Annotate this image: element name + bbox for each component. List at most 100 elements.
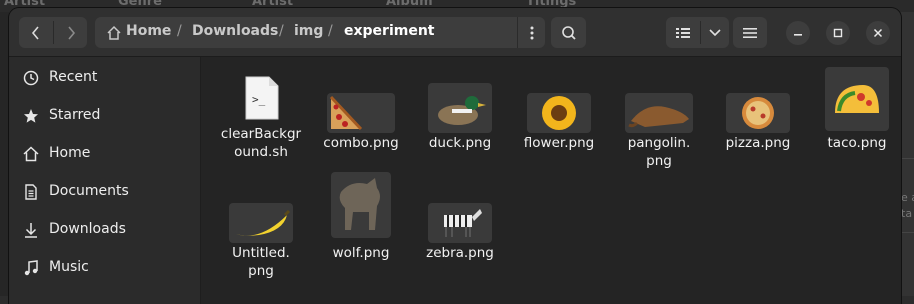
list-view-button[interactable] (666, 17, 700, 48)
close-button[interactable] (866, 21, 890, 45)
file-item-combo[interactable]: combo.png (311, 75, 411, 155)
chevron-left-icon (31, 25, 39, 40)
background-row-divider (901, 158, 914, 159)
file-name-line: pangolin. (627, 135, 691, 151)
taco-icon (835, 85, 879, 113)
chevron-down-icon (709, 28, 721, 36)
home-icon (23, 146, 39, 162)
close-icon (873, 28, 883, 38)
back-button[interactable] (19, 17, 53, 48)
hamburger-menu-icon (743, 27, 757, 38)
sidebar: Recent Starred Home Documents Downloads … (9, 57, 201, 304)
breadcrumb-experiment[interactable]: experiment (344, 23, 435, 39)
file-manager-window: Home / Downloads / img / experiment Rece… (9, 8, 901, 304)
file-name-line: Untitled. (232, 245, 290, 261)
file-thumbnail (229, 203, 293, 243)
breadcrumb-separator: / (328, 23, 333, 39)
pizza-slice-icon (329, 95, 363, 131)
file-thumbnail (327, 93, 395, 133)
background-row-divider (901, 232, 914, 233)
sidebar-item-music[interactable]: Music (9, 249, 200, 287)
file-item-taco[interactable]: taco.png (807, 67, 901, 155)
sunflower-icon (542, 96, 576, 130)
duck-icon (438, 96, 486, 125)
clock-icon (23, 70, 39, 86)
file-item-duck[interactable]: duck.png (410, 75, 510, 155)
file-thumbnail (331, 172, 391, 238)
sidebar-item-documents[interactable]: Documents (9, 173, 200, 211)
star-icon (24, 109, 38, 123)
banana-icon (233, 209, 291, 236)
file-item-zebra[interactable]: zebra.png (410, 185, 510, 265)
file-name-line: ound.sh (234, 144, 288, 160)
header-bar: Home / Downloads / img / experiment (9, 8, 901, 57)
file-thumbnail (825, 67, 889, 131)
breadcrumb-separator: / (177, 23, 182, 39)
sidebar-item-starred[interactable]: Starred (9, 97, 200, 135)
breadcrumb-separator: / (279, 23, 284, 39)
file-item-flower[interactable]: flower.png (509, 75, 609, 155)
navigation-buttons (19, 17, 87, 48)
document-icon (25, 184, 37, 200)
music-note-icon (24, 260, 38, 276)
pangolin-icon (628, 106, 689, 128)
file-name-line: flower.png (523, 135, 595, 151)
forward-button[interactable] (54, 17, 88, 48)
file-name-line: clearBackgr (220, 126, 302, 142)
file-name-line: wolf.png (332, 245, 390, 261)
script-file-icon: >_ (245, 76, 279, 120)
view-options (666, 17, 729, 48)
file-thumbnail (527, 93, 591, 133)
minimize-icon (794, 34, 802, 36)
background-edge-right (901, 12, 914, 296)
file-item-pangolin[interactable]: pangolin. png (609, 75, 709, 171)
sidebar-item-recent[interactable]: Recent (9, 59, 200, 97)
file-name-line: zebra.png (426, 245, 494, 261)
sidebar-item-home[interactable]: Home (9, 135, 200, 173)
pizza-icon (742, 97, 774, 129)
maximize-button[interactable] (826, 21, 850, 45)
path-bar: Home / Downloads / img / experiment (95, 17, 545, 48)
file-name-line: png (646, 153, 672, 169)
sidebar-item-label: Starred (49, 107, 101, 123)
search-button[interactable] (551, 17, 586, 48)
zebra-icon (444, 209, 482, 237)
sidebar-item-label: Documents (49, 183, 129, 199)
file-name-line: duck.png (428, 135, 492, 151)
file-name-line: png (248, 263, 274, 279)
kebab-menu-icon (530, 26, 534, 39)
chevron-right-icon (68, 25, 76, 40)
breadcrumb-home[interactable]: Home (126, 23, 171, 39)
file-thumbnail (625, 93, 693, 133)
list-view-icon (676, 27, 690, 38)
path-menu-button[interactable] (517, 17, 546, 48)
maximize-icon (833, 28, 843, 38)
breadcrumb-img[interactable]: img (294, 23, 323, 39)
search-icon (561, 25, 576, 40)
sidebar-item-downloads[interactable]: Downloads (9, 211, 200, 249)
file-thumbnail (428, 203, 492, 243)
minimize-button[interactable] (786, 21, 810, 45)
file-item-wolf[interactable]: wolf.png (311, 172, 411, 261)
sidebar-item-label: Recent (49, 69, 98, 85)
file-item-untitled[interactable]: Untitled. png (211, 185, 311, 281)
breadcrumb-downloads[interactable]: Downloads (192, 23, 278, 39)
svg-text:>_: >_ (252, 93, 266, 106)
sidebar-item-label: Home (49, 145, 91, 161)
sidebar-item-label: Downloads (49, 221, 126, 237)
background-edge-left (0, 12, 9, 296)
view-dropdown-button[interactable] (701, 17, 729, 48)
file-thumbnail (726, 93, 790, 133)
download-icon (25, 223, 37, 238)
file-thumbnail (428, 83, 492, 133)
file-name-line: pizza.png (725, 135, 791, 151)
main-menu-button[interactable] (733, 17, 767, 48)
file-grid: >_ clearBackgr ound.sh combo.png duck.pn… (201, 57, 901, 304)
file-item-clearbackground[interactable]: >_ clearBackgr ound.sh (211, 75, 311, 171)
file-name-line: combo.png (323, 135, 399, 151)
file-item-pizza[interactable]: pizza.png (708, 75, 808, 155)
wolf-icon (339, 178, 380, 230)
sidebar-item-label: Music (49, 259, 89, 275)
home-icon (107, 25, 121, 40)
file-name-line: taco.png (827, 135, 887, 151)
